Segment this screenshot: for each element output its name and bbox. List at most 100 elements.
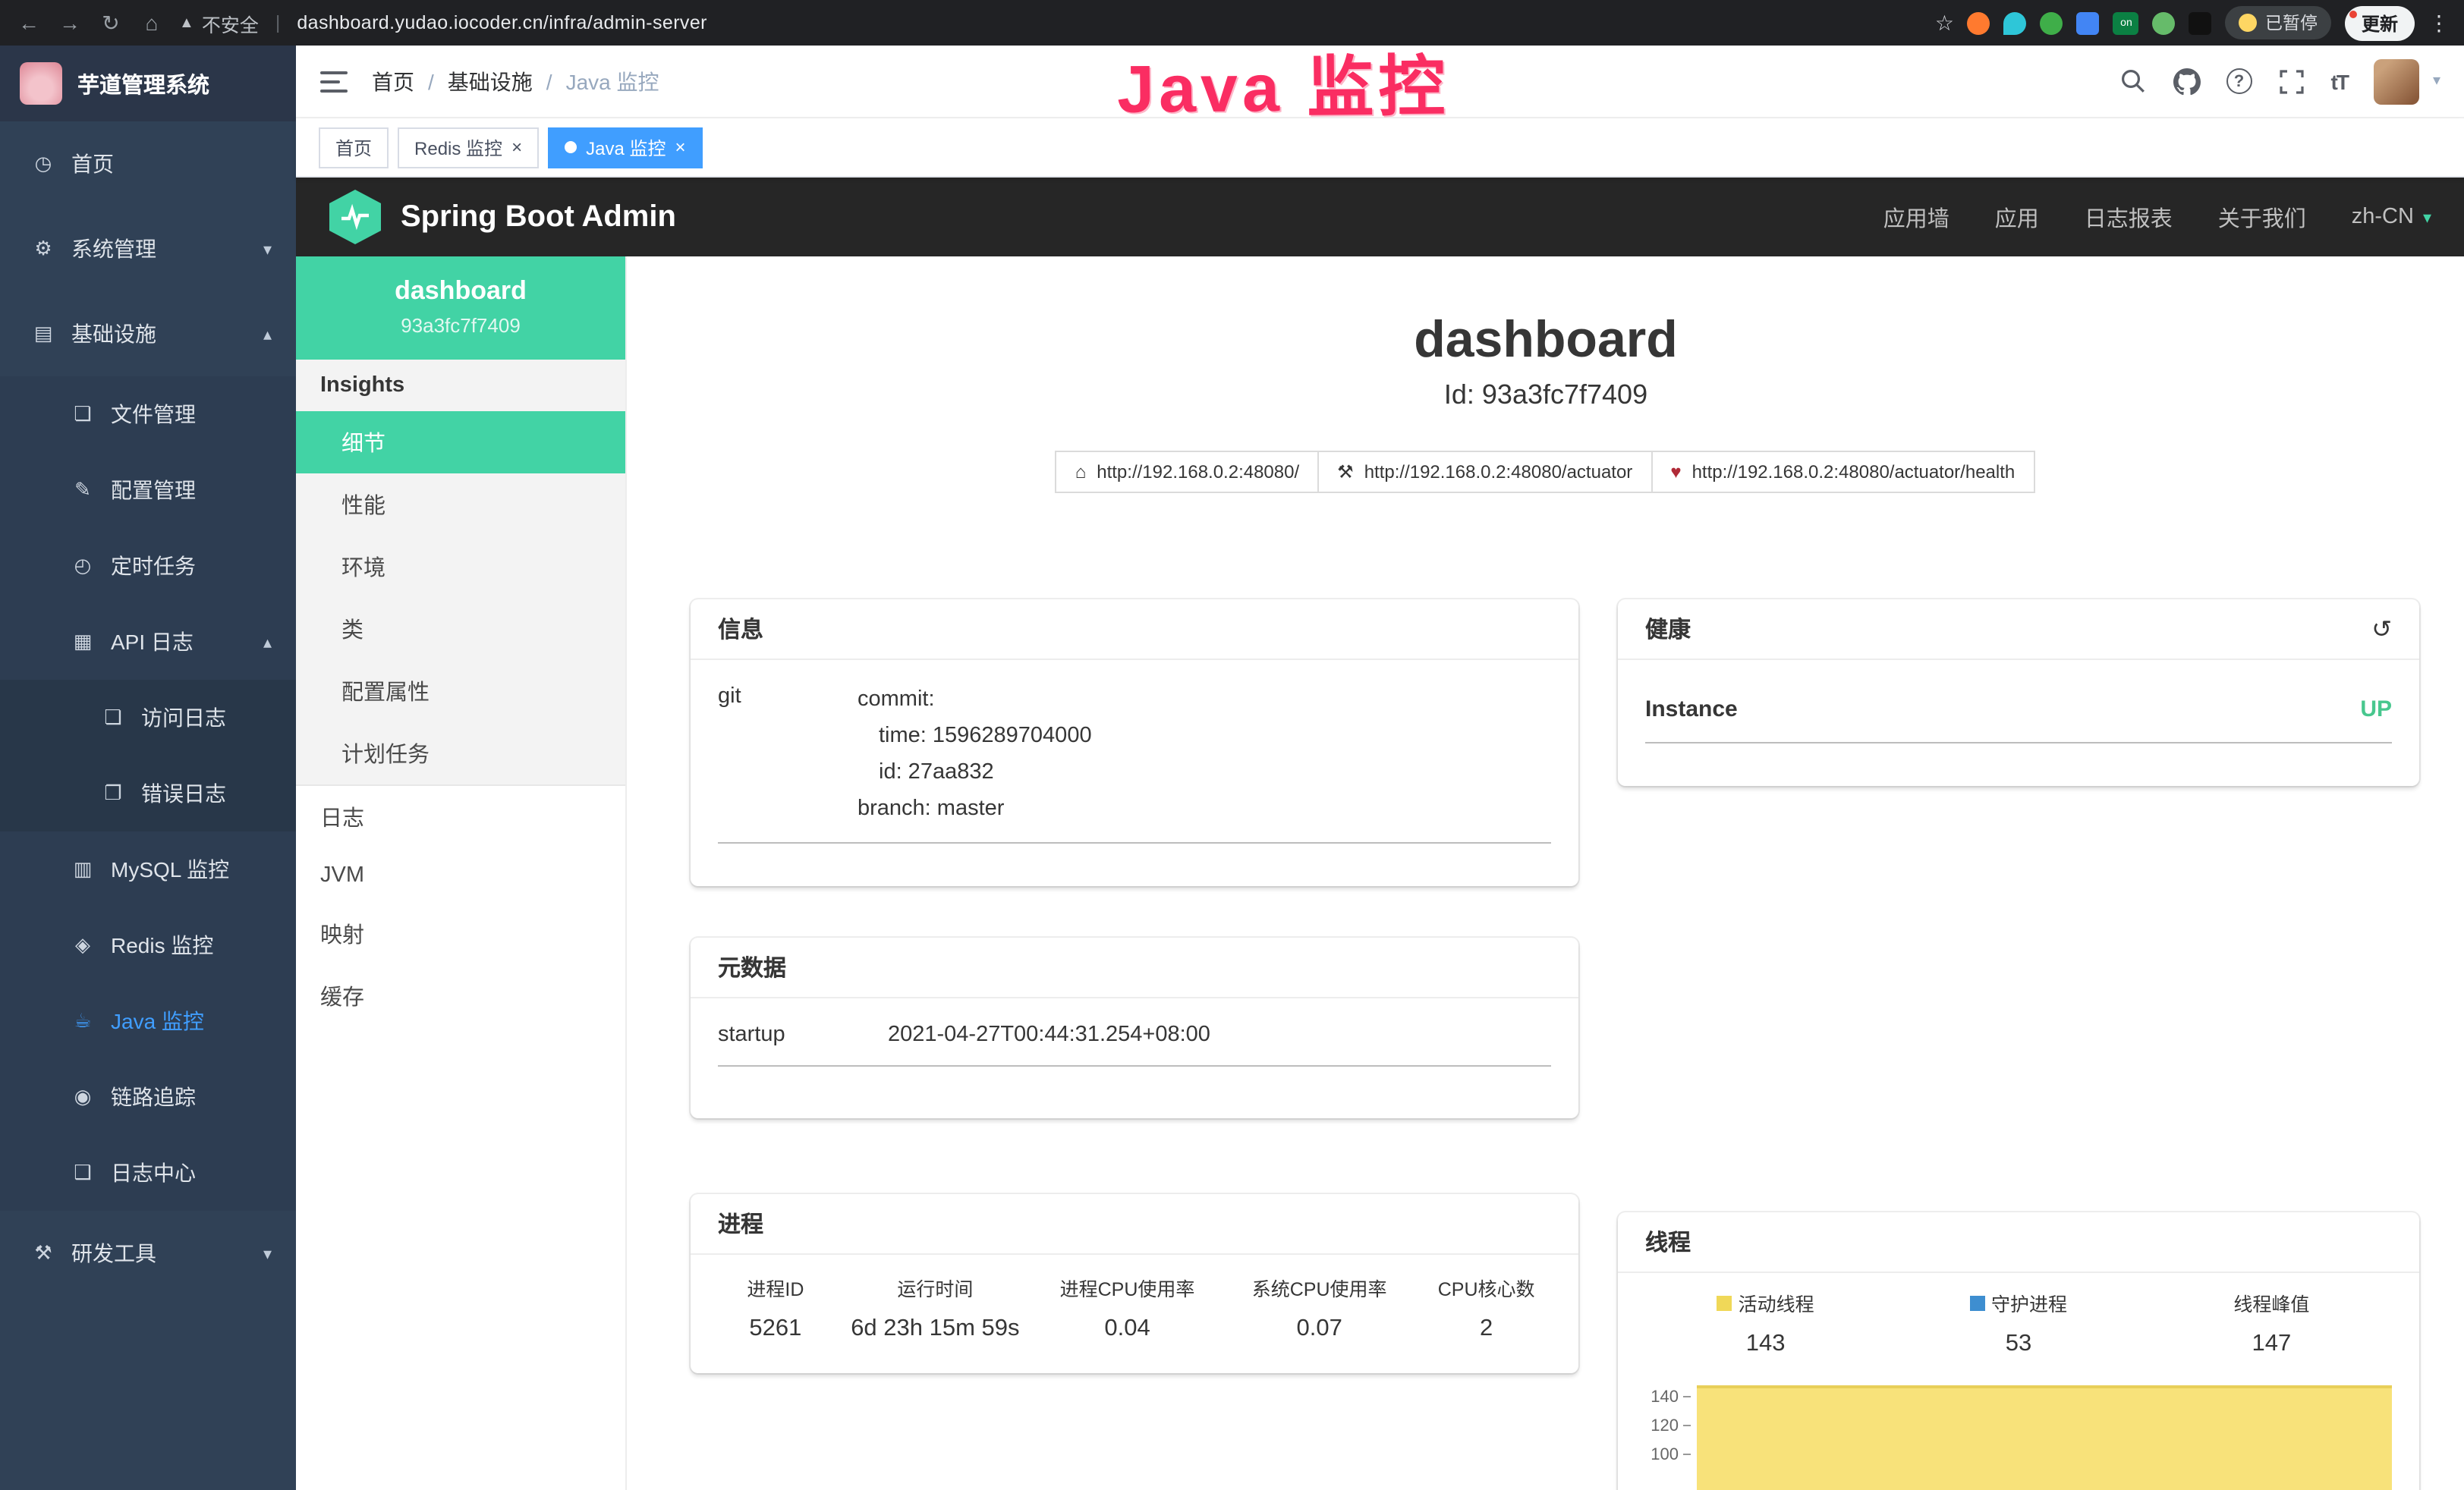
info-card: 信息 git commit: time: 1596289704000 id: 2… [691, 599, 1578, 886]
sidebar-item-scheduled-jobs[interactable]: ◴ 定时任务 [0, 528, 296, 604]
sba-nav-wallboard[interactable]: 应用墙 [1883, 201, 1949, 233]
sidebar-item-file-management[interactable]: ❏ 文件管理 [0, 376, 296, 452]
process-pid-value: 5261 [718, 1316, 833, 1343]
git-info-row: git commit: time: 1596289704000 id: 27aa… [718, 681, 1551, 844]
insights-group-label: Insights [296, 360, 625, 411]
bookmark-star-icon[interactable]: ☆ [1935, 10, 1954, 36]
warning-icon: ▲ [179, 14, 194, 31]
browser-menu-icon[interactable]: ⋮ [2428, 10, 2450, 36]
search-icon[interactable] [2120, 68, 2148, 95]
security-chip[interactable]: ▲ 不安全 [179, 8, 259, 37]
health-url-link[interactable]: ♥ http://192.168.0.2:48080/actuator/heal… [1651, 451, 2034, 493]
reload-icon[interactable]: ↻ [97, 10, 124, 36]
git-branch-line: branch: master [858, 791, 1092, 827]
avatar[interactable] [2374, 58, 2419, 104]
sidebar-item-error-logs[interactable]: ❐ 错误日志 [0, 756, 296, 831]
app-logo-row[interactable]: 芋道管理系统 [0, 46, 296, 121]
instance-header[interactable]: dashboard 93a3fc7f7409 [296, 256, 625, 360]
startup-value: 2021-04-27T00:44:31.254+08:00 [888, 1023, 1210, 1047]
sba-nav-applications[interactable]: 应用 [1995, 201, 2039, 233]
sidebar-item-log-center[interactable]: ❑ 日志中心 [0, 1135, 296, 1211]
sidebar-item-jvm[interactable]: JVM [296, 848, 625, 903]
startup-label: startup [718, 1023, 888, 1047]
health-instance-row[interactable]: Instance UP [1645, 696, 2392, 743]
insight-item-environment[interactable]: 环境 [296, 536, 625, 598]
sidebar-item-devtools[interactable]: ⚒ 研发工具 ▾ [0, 1211, 296, 1296]
update-button[interactable]: 更新 [2345, 5, 2415, 40]
daemon-threads-swatch [1970, 1295, 1985, 1310]
fullscreen-icon[interactable] [2278, 68, 2305, 95]
sidebar-item-logs[interactable]: 日志 [296, 786, 625, 848]
info-card-title: 信息 [718, 613, 763, 645]
java-monitor-icon: ☕ [70, 1009, 96, 1033]
insight-item-metrics[interactable]: 性能 [296, 473, 625, 536]
ytick-140: 140 [1639, 1388, 1679, 1406]
close-icon[interactable]: × [511, 138, 522, 156]
insight-item-scheduled-tasks[interactable]: 计划任务 [296, 722, 625, 784]
sba-nav-journal[interactable]: 日志报表 [2085, 201, 2173, 233]
sidebar-item-mysql-monitor[interactable]: ▥ MySQL 监控 [0, 831, 296, 907]
sidebar-item-access-logs[interactable]: ❏ 访问日志 [0, 680, 296, 756]
forward-icon[interactable]: → [56, 11, 83, 35]
tab-home[interactable]: 首页 [319, 127, 389, 168]
caret-down-icon[interactable]: ▾ [2433, 73, 2440, 90]
back-icon[interactable]: ← [15, 11, 42, 35]
font-size-icon[interactable]: tT [2331, 69, 2348, 93]
insight-item-config-props[interactable]: 配置属性 [296, 660, 625, 722]
locale-selector[interactable]: zh-CN ▾ [2352, 205, 2431, 229]
file-icon: ❏ [70, 402, 96, 426]
devtools-icon: ⚒ [30, 1241, 56, 1265]
process-table: 进程ID 5261 运行时间 6d 23h 15m 59s 进程CPU使用率 0… [712, 1273, 1557, 1343]
app-title: 芋道管理系统 [77, 68, 209, 99]
insight-item-classes[interactable]: 类 [296, 598, 625, 660]
actuator-url-link[interactable]: ⚒ http://192.168.0.2:48080/actuator [1317, 451, 1652, 493]
sidebar-item-infrastructure[interactable]: ▤ 基础设施 ▴ [0, 291, 296, 376]
breadcrumb-home[interactable]: 首页 [372, 66, 414, 96]
sidebar-item-tracing[interactable]: ◉ 链路追踪 [0, 1059, 296, 1135]
extension-icon-2[interactable] [2004, 11, 2027, 34]
process-syscpu-value: 0.07 [1229, 1316, 1409, 1343]
extension-icon-5[interactable]: on [2113, 11, 2139, 34]
insights-group: Insights 细节 性能 环境 类 配置属性 计划任务 [296, 360, 625, 786]
insight-item-details[interactable]: 细节 [296, 411, 625, 473]
extension-icon-1[interactable] [1968, 11, 1990, 34]
sidebar-item-home[interactable]: ◷ 首页 [0, 121, 296, 206]
sidebar-item-java-monitor[interactable]: ☕ Java 监控 [0, 983, 296, 1059]
tab-redis-monitor[interactable]: Redis 监控 × [398, 127, 539, 168]
extension-icon-4[interactable] [2077, 11, 2100, 34]
extension-icon-6[interactable] [2153, 11, 2176, 34]
daemon-threads-value: 53 [1892, 1331, 2145, 1358]
instance-id: 93a3fc7f7409 [308, 314, 613, 337]
service-url-link[interactable]: ⌂ http://192.168.0.2:48080/ [1056, 451, 1319, 493]
home-icon[interactable]: ⌂ [138, 11, 165, 35]
app-sidebar: 芋道管理系统 ◷ 首页 ⚙ 系统管理 ▾ ▤ 基础设施 ▴ ❏ 文件管理 ✎ 配… [0, 46, 296, 1490]
sidebar-item-api-logs[interactable]: ▦ API 日志 ▴ [0, 604, 296, 680]
github-icon[interactable] [2173, 68, 2201, 95]
sidebar-item-mappings[interactable]: 映射 [296, 903, 625, 965]
hamburger-icon[interactable] [320, 71, 348, 92]
sba-nav-about[interactable]: 关于我们 [2218, 201, 2306, 233]
address-bar[interactable]: dashboard.yudao.iocoder.cn/infra/admin-s… [297, 12, 707, 33]
sidebar-item-caches[interactable]: 缓存 [296, 965, 625, 1027]
extension-icon-3[interactable] [2041, 11, 2063, 34]
help-icon[interactable]: ? [2226, 68, 2252, 94]
sidebar-item-system-management[interactable]: ⚙ 系统管理 ▾ [0, 206, 296, 291]
tag-tabs-bar: 首页 Redis 监控 × Java 监控 × [296, 118, 2464, 178]
live-threads-label: 活动线程 [1739, 1288, 1814, 1317]
app-logo [20, 62, 62, 105]
extension-icon-7[interactable] [2189, 11, 2212, 34]
close-icon[interactable]: × [675, 138, 685, 156]
breadcrumb-infrastructure[interactable]: 基础设施 [448, 66, 533, 96]
sba-brand[interactable]: Spring Boot Admin [329, 190, 676, 244]
tab-java-monitor[interactable]: Java 监控 × [548, 127, 702, 168]
page-subtitle: Id: 93a3fc7f7409 [627, 379, 2464, 411]
history-icon[interactable]: ↺ [2371, 614, 2392, 644]
instance-name: dashboard [308, 276, 613, 306]
startup-row: startup 2021-04-27T00:44:31.254+08:00 [718, 1023, 1551, 1067]
sidebar-item-config-management[interactable]: ✎ 配置管理 [0, 452, 296, 528]
process-col-uptime: 运行时间 [845, 1273, 1025, 1302]
main-content: dashboard Id: 93a3fc7f7409 ⌂ http://192.… [627, 256, 2464, 1490]
paused-badge[interactable]: 已暂停 [2226, 6, 2331, 39]
sidebar-item-redis-monitor[interactable]: ◈ Redis 监控 [0, 907, 296, 983]
breadcrumb-current: Java 监控 [566, 66, 659, 96]
